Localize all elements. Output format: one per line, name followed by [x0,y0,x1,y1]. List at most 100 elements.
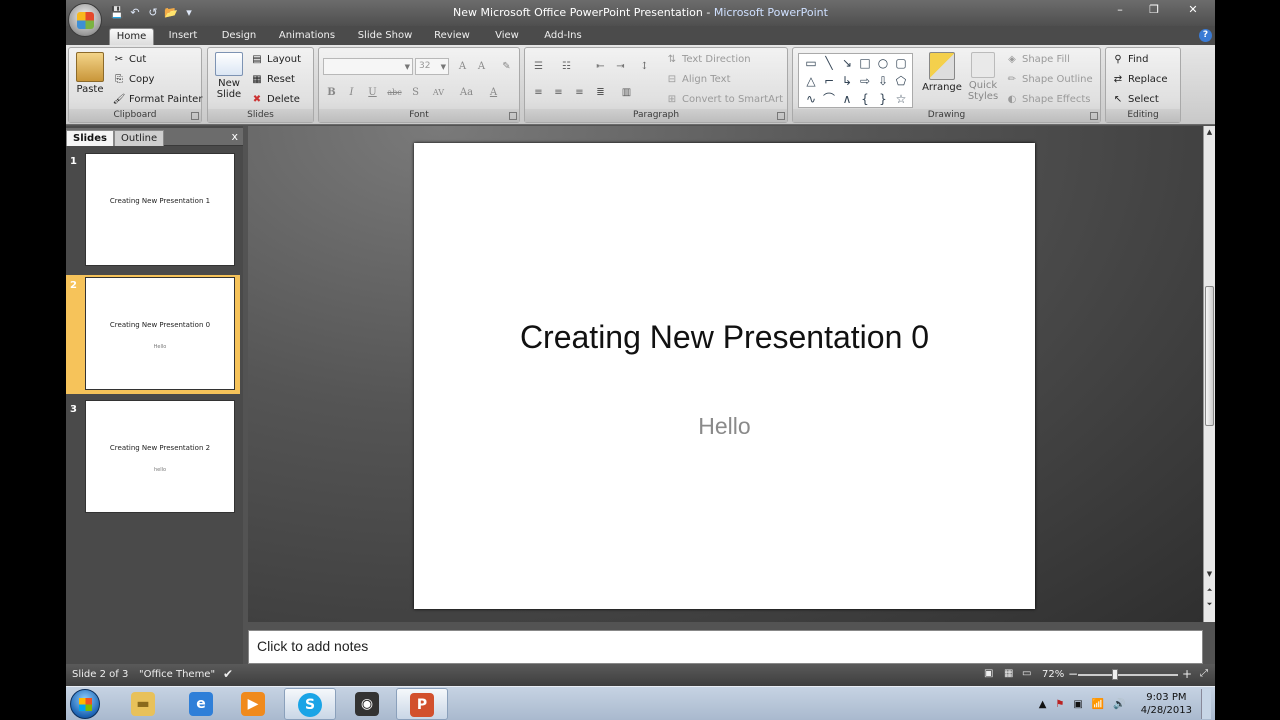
increase-indent-icon[interactable]: ⇥ [611,58,630,75]
curve-shape-icon[interactable]: ∿ [802,90,820,108]
left-brace-shape-icon[interactable]: { [856,90,874,108]
arrow-line-shape-icon[interactable]: ↘ [838,54,856,72]
next-slide-icon[interactable]: ⏷ [1204,600,1215,609]
italic-icon[interactable]: I [342,84,361,101]
shadow-icon[interactable]: S [406,84,425,101]
line-spacing-icon[interactable]: ↕ [635,58,654,75]
taskbar-skype[interactable]: S [284,688,336,720]
font-size-combo[interactable]: 32 ▼ [415,58,449,75]
clock[interactable]: 9:03 PM 4/28/2013 [1141,691,1192,717]
restore-button[interactable]: ❐ [1137,0,1171,22]
align-left-icon[interactable]: ≡ [529,84,548,101]
elbow-shape-icon[interactable]: ⌐ [820,72,838,90]
underline-icon[interactable]: U [363,84,382,101]
shapes-gallery[interactable]: ▭ ╲ ↘ □ ○ ▢ △ ⌐ ↳ ⇨ ⇩ ⬠ ∿ ⌒ ∧{} ☆ [798,53,913,108]
align-text-button[interactable]: ⊟ Align Text [665,71,731,88]
font-name-combo[interactable]: ▼ [323,58,413,75]
taskbar-camera[interactable]: ◉ [342,688,394,720]
slide-thumbnail-2[interactable]: Creating New Presentation 0 Hello [85,277,235,390]
char-spacing-icon[interactable]: AV [429,84,448,101]
align-center-icon[interactable]: ≡ [549,84,568,101]
slide-title[interactable]: Creating New Presentation 0 [414,319,1035,356]
slide-subtitle[interactable]: Hello [414,413,1035,440]
reset-button[interactable]: ▦ Reset [250,71,295,88]
drawing-launcher-icon[interactable] [1090,112,1098,120]
close-button[interactable]: ✕ [1171,0,1215,22]
clear-format-icon[interactable]: ✎ [497,58,516,75]
office-button[interactable] [68,3,102,37]
show-hidden-icons[interactable]: ▲ [1039,699,1047,710]
cut-button[interactable]: ✂ Cut [112,51,146,68]
freeform-shape-icon[interactable]: ∧ [838,90,856,108]
spell-check-icon[interactable]: ✔ [223,667,233,681]
numbering-icon[interactable]: ☷ [557,58,576,75]
arc-shape-icon[interactable]: ⌒ [820,90,838,108]
new-slide-button[interactable]: New Slide [212,52,246,100]
text-direction-button[interactable]: ⇅ Text Direction [665,51,751,68]
volume-icon[interactable]: 🔊 [1113,699,1125,710]
tab-add-ins[interactable]: Add-Ins [538,28,588,45]
slide-thumbnail-3[interactable]: Creating New Presentation 2 hello [85,400,235,513]
fit-to-window-icon[interactable]: ⤢ [1200,668,1208,679]
taskbar-explorer[interactable]: ▬ [118,688,170,720]
vertical-scrollbar[interactable]: ▲ ▼ ⏶ ⏷ [1203,126,1215,622]
tab-slide-show[interactable]: Slide Show [353,28,417,45]
rounded-rect-shape-icon[interactable]: ▢ [892,54,910,72]
find-button[interactable]: ⚲ Find [1111,51,1148,68]
shape-effects-button[interactable]: ◐ Shape Effects [1005,91,1091,108]
tab-view[interactable]: View [490,28,524,45]
minimize-button[interactable]: – [1103,0,1137,22]
right-arrow-shape-icon[interactable]: ⇨ [856,72,874,90]
zoom-slider[interactable] [1078,669,1178,680]
start-button[interactable] [70,689,100,719]
font-color-icon[interactable]: A [484,84,503,101]
convert-smartart-button[interactable]: ⊞ Convert to SmartArt [665,91,783,108]
scrollbar-thumb[interactable] [1205,286,1214,426]
bullets-icon[interactable]: ☰ [529,58,548,75]
taskbar-internet-explorer[interactable]: e [176,688,228,720]
tab-review[interactable]: Review [431,28,473,45]
taskbar-media-player[interactable]: ▶ [228,688,280,720]
strikethrough-icon[interactable]: abc [385,84,404,101]
star-shape-icon[interactable]: ☆ [892,90,910,108]
pentagon-shape-icon[interactable]: ⬠ [892,72,910,90]
arrange-button[interactable]: Arrange [921,52,963,93]
monitor-icon[interactable]: ▣ [1073,699,1082,710]
textbox-shape-icon[interactable]: ▭ [802,54,820,72]
oval-shape-icon[interactable]: ○ [874,54,892,72]
zoom-level[interactable]: 72% [1042,669,1064,680]
zoom-slider-knob[interactable] [1112,669,1118,680]
delete-button[interactable]: ✖ Delete [250,91,300,108]
slide-thumbnail-1[interactable]: Creating New Presentation 1 [85,153,235,266]
taskbar-powerpoint[interactable]: P [396,688,448,720]
current-slide[interactable]: Creating New Presentation 0 Hello [414,143,1035,609]
copy-button[interactable]: ⎘ Copy [112,71,154,88]
flag-icon[interactable]: ⚑ [1055,699,1064,710]
normal-view-icon[interactable]: ▣ [984,668,993,679]
show-desktop-button[interactable] [1201,689,1211,719]
select-button[interactable]: ↖ Select [1111,91,1159,108]
change-case-icon[interactable]: Aa [457,84,476,101]
bold-icon[interactable]: B [322,84,341,101]
shape-outline-button[interactable]: ✏ Shape Outline [1005,71,1093,88]
shape-fill-button[interactable]: ◈ Shape Fill [1005,51,1070,68]
triangle-shape-icon[interactable]: △ [802,72,820,90]
line-shape-icon[interactable]: ╲ [820,54,838,72]
slide-sorter-icon[interactable]: ▦ [1004,668,1013,679]
tab-animations[interactable]: Animations [274,28,340,45]
previous-slide-icon[interactable]: ⏶ [1204,586,1215,595]
columns-icon[interactable]: ▥ [617,84,636,101]
font-launcher-icon[interactable] [509,112,517,120]
align-right-icon[interactable]: ≡ [570,84,589,101]
shrink-font-icon[interactable]: A [472,58,491,75]
decrease-indent-icon[interactable]: ⇤ [591,58,610,75]
paragraph-launcher-icon[interactable] [777,112,785,120]
quick-styles-button[interactable]: Quick Styles [965,52,1001,102]
tab-slides[interactable]: Slides [66,130,114,146]
network-icon[interactable]: 📶 [1092,699,1104,710]
tab-outline[interactable]: Outline [114,130,165,146]
scroll-up-icon[interactable]: ▲ [1204,128,1215,136]
replace-button[interactable]: ⇄ Replace [1111,71,1168,88]
zoom-out-icon[interactable]: − [1068,667,1078,681]
zoom-in-icon[interactable]: + [1182,667,1192,681]
